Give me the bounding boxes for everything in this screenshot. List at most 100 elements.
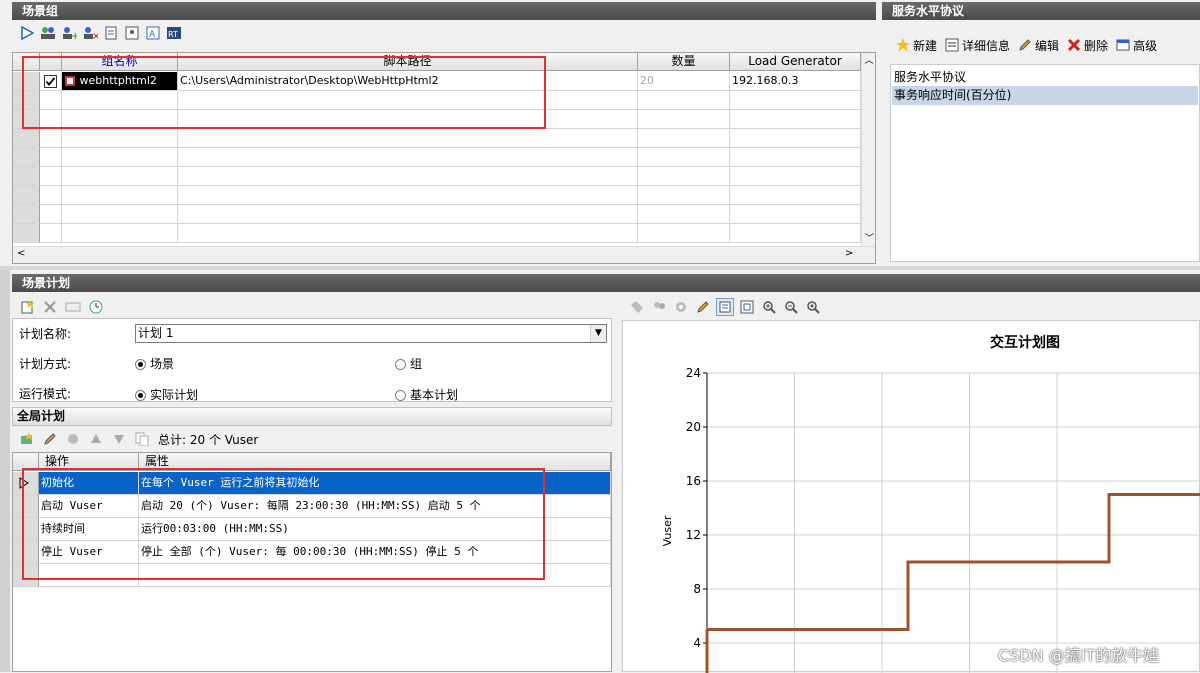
empty-cell[interactable] [39, 564, 139, 587]
edit-script-icon[interactable]: A [144, 24, 162, 42]
sla-new-button[interactable]: 新建 [896, 37, 937, 54]
empty-cell[interactable] [62, 129, 178, 148]
schedule-property-cell[interactable]: 运行00:03:00 (HH:MM:SS) [139, 518, 611, 541]
plan-name-select[interactable]: 计划 1 ▼ [135, 324, 607, 343]
run-mode-basic-radio[interactable]: 基本计划 [395, 386, 458, 403]
empty-cell[interactable] [40, 167, 62, 186]
empty-cell[interactable] [638, 129, 730, 148]
sla-item[interactable]: 服务水平协议 [894, 68, 966, 85]
empty-cell[interactable] [730, 129, 861, 148]
copy-icon[interactable] [133, 430, 151, 448]
empty-cell[interactable] [730, 91, 861, 110]
empty-cell[interactable] [178, 167, 638, 186]
empty-cell[interactable] [62, 110, 178, 129]
empty-cell[interactable] [178, 110, 638, 129]
move-down-icon[interactable] [110, 430, 128, 448]
clock-icon[interactable] [87, 298, 105, 316]
zoom-in-icon[interactable] [760, 298, 778, 316]
group-name-cell[interactable]: webhttphtml2 [62, 72, 178, 91]
sla-advanced-button[interactable]: 高级 [1116, 37, 1157, 54]
empty-cell[interactable] [40, 224, 62, 243]
edit-action-icon[interactable] [41, 430, 59, 448]
empty-cell[interactable] [62, 205, 178, 224]
move-up-icon[interactable] [87, 430, 105, 448]
load-generator-cell[interactable]: 192.168.0.3 [730, 72, 861, 91]
schedule-action-cell[interactable]: 初始化 [39, 472, 139, 495]
group-checkbox[interactable] [40, 72, 62, 91]
empty-cell[interactable] [638, 110, 730, 129]
schedule-action-cell[interactable]: 持续时间 [39, 518, 139, 541]
empty-cell[interactable] [62, 167, 178, 186]
empty-cell[interactable] [730, 205, 861, 224]
schedule-property-cell[interactable]: 停止 全部 (个) Vuser: 每 00:00:30 (HH:MM:SS) 停… [139, 541, 611, 564]
col-load-generator[interactable]: Load Generator [730, 53, 861, 71]
legend-icon[interactable] [716, 298, 734, 316]
sla-edit-button[interactable]: 编辑 [1018, 37, 1059, 54]
scenario-horizontal-scrollbar[interactable]: < > [13, 246, 875, 263]
schedule-action-cell[interactable]: 启动 Vuser [39, 495, 139, 518]
empty-cell[interactable] [178, 224, 638, 243]
empty-cell[interactable] [40, 148, 62, 167]
quantity-cell[interactable]: 20 [638, 72, 730, 91]
new-schedule-icon[interactable] [18, 298, 36, 316]
scenario-vertical-scrollbar[interactable]: ︿ ﹀ [861, 53, 875, 246]
script-icon[interactable] [102, 24, 120, 42]
run-mode-real-radio[interactable]: 实际计划 [135, 386, 198, 403]
empty-cell[interactable] [730, 167, 861, 186]
empty-cell[interactable] [40, 205, 62, 224]
sla-delete-button[interactable]: 删除 [1067, 37, 1108, 54]
empty-cell[interactable] [139, 564, 611, 587]
empty-cell[interactable] [178, 148, 638, 167]
script-path-cell[interactable]: C:\Users\Administrator\Desktop\WebHttpHt… [178, 72, 638, 91]
empty-cell[interactable] [730, 224, 861, 243]
empty-cell[interactable] [62, 186, 178, 205]
empty-cell[interactable] [638, 186, 730, 205]
col-script-path[interactable]: 脚本路径 [178, 53, 638, 71]
empty-cell[interactable] [638, 224, 730, 243]
people-icon[interactable] [650, 298, 668, 316]
empty-cell[interactable] [40, 129, 62, 148]
empty-cell[interactable] [638, 148, 730, 167]
add-group-icon[interactable]: + [60, 24, 78, 42]
empty-cell[interactable] [40, 186, 62, 205]
col-group-name[interactable]: 组名称 [62, 53, 178, 71]
empty-cell[interactable] [638, 167, 730, 186]
empty-cell[interactable] [178, 91, 638, 110]
vusers-icon[interactable] [39, 24, 57, 42]
empty-cell[interactable] [62, 224, 178, 243]
pencil-icon[interactable] [694, 298, 712, 316]
sla-details-button[interactable]: 详细信息 [945, 37, 1010, 54]
col-quantity[interactable]: 数量 [638, 53, 730, 71]
zoom-out-icon[interactable] [782, 298, 800, 316]
empty-cell[interactable] [178, 129, 638, 148]
col-action[interactable]: 操作 [39, 453, 139, 471]
empty-cell[interactable] [730, 186, 861, 205]
zoom-reset-icon[interactable] [804, 298, 822, 316]
schedule-property-cell[interactable]: 在每个 Vuser 运行之前将其初始化 [139, 472, 611, 495]
delete-schedule-icon[interactable] [41, 298, 59, 316]
run-icon[interactable] [18, 24, 36, 42]
details-icon[interactable] [123, 24, 141, 42]
empty-cell[interactable] [178, 205, 638, 224]
empty-cell[interactable] [638, 91, 730, 110]
plan-mode-group-radio[interactable]: 组 [395, 355, 422, 372]
empty-cell[interactable] [730, 110, 861, 129]
tag-icon[interactable] [628, 298, 646, 316]
schedule-property-cell[interactable]: 启动 20 (个) Vuser: 每隔 23:00:30 (HH:MM:SS) … [139, 495, 611, 518]
empty-cell[interactable] [638, 205, 730, 224]
delete-action-icon[interactable] [64, 430, 82, 448]
empty-cell[interactable] [178, 186, 638, 205]
empty-cell[interactable] [62, 91, 178, 110]
plan-mode-scenario-radio[interactable]: 场景 [135, 355, 174, 372]
fit-icon[interactable] [738, 298, 756, 316]
schedule-action-cell[interactable]: 停止 Vuser [39, 541, 139, 564]
remove-group-icon[interactable]: × [81, 24, 99, 42]
empty-cell[interactable] [730, 148, 861, 167]
empty-cell[interactable] [40, 110, 62, 129]
sla-item-selected[interactable]: 事务响应时间(百分位) [892, 86, 1198, 105]
empty-cell[interactable] [62, 148, 178, 167]
rename-schedule-icon[interactable] [64, 298, 82, 316]
gear-icon[interactable] [672, 298, 690, 316]
add-action-icon[interactable] [18, 430, 36, 448]
runtime-settings-icon[interactable]: RT [165, 24, 183, 42]
